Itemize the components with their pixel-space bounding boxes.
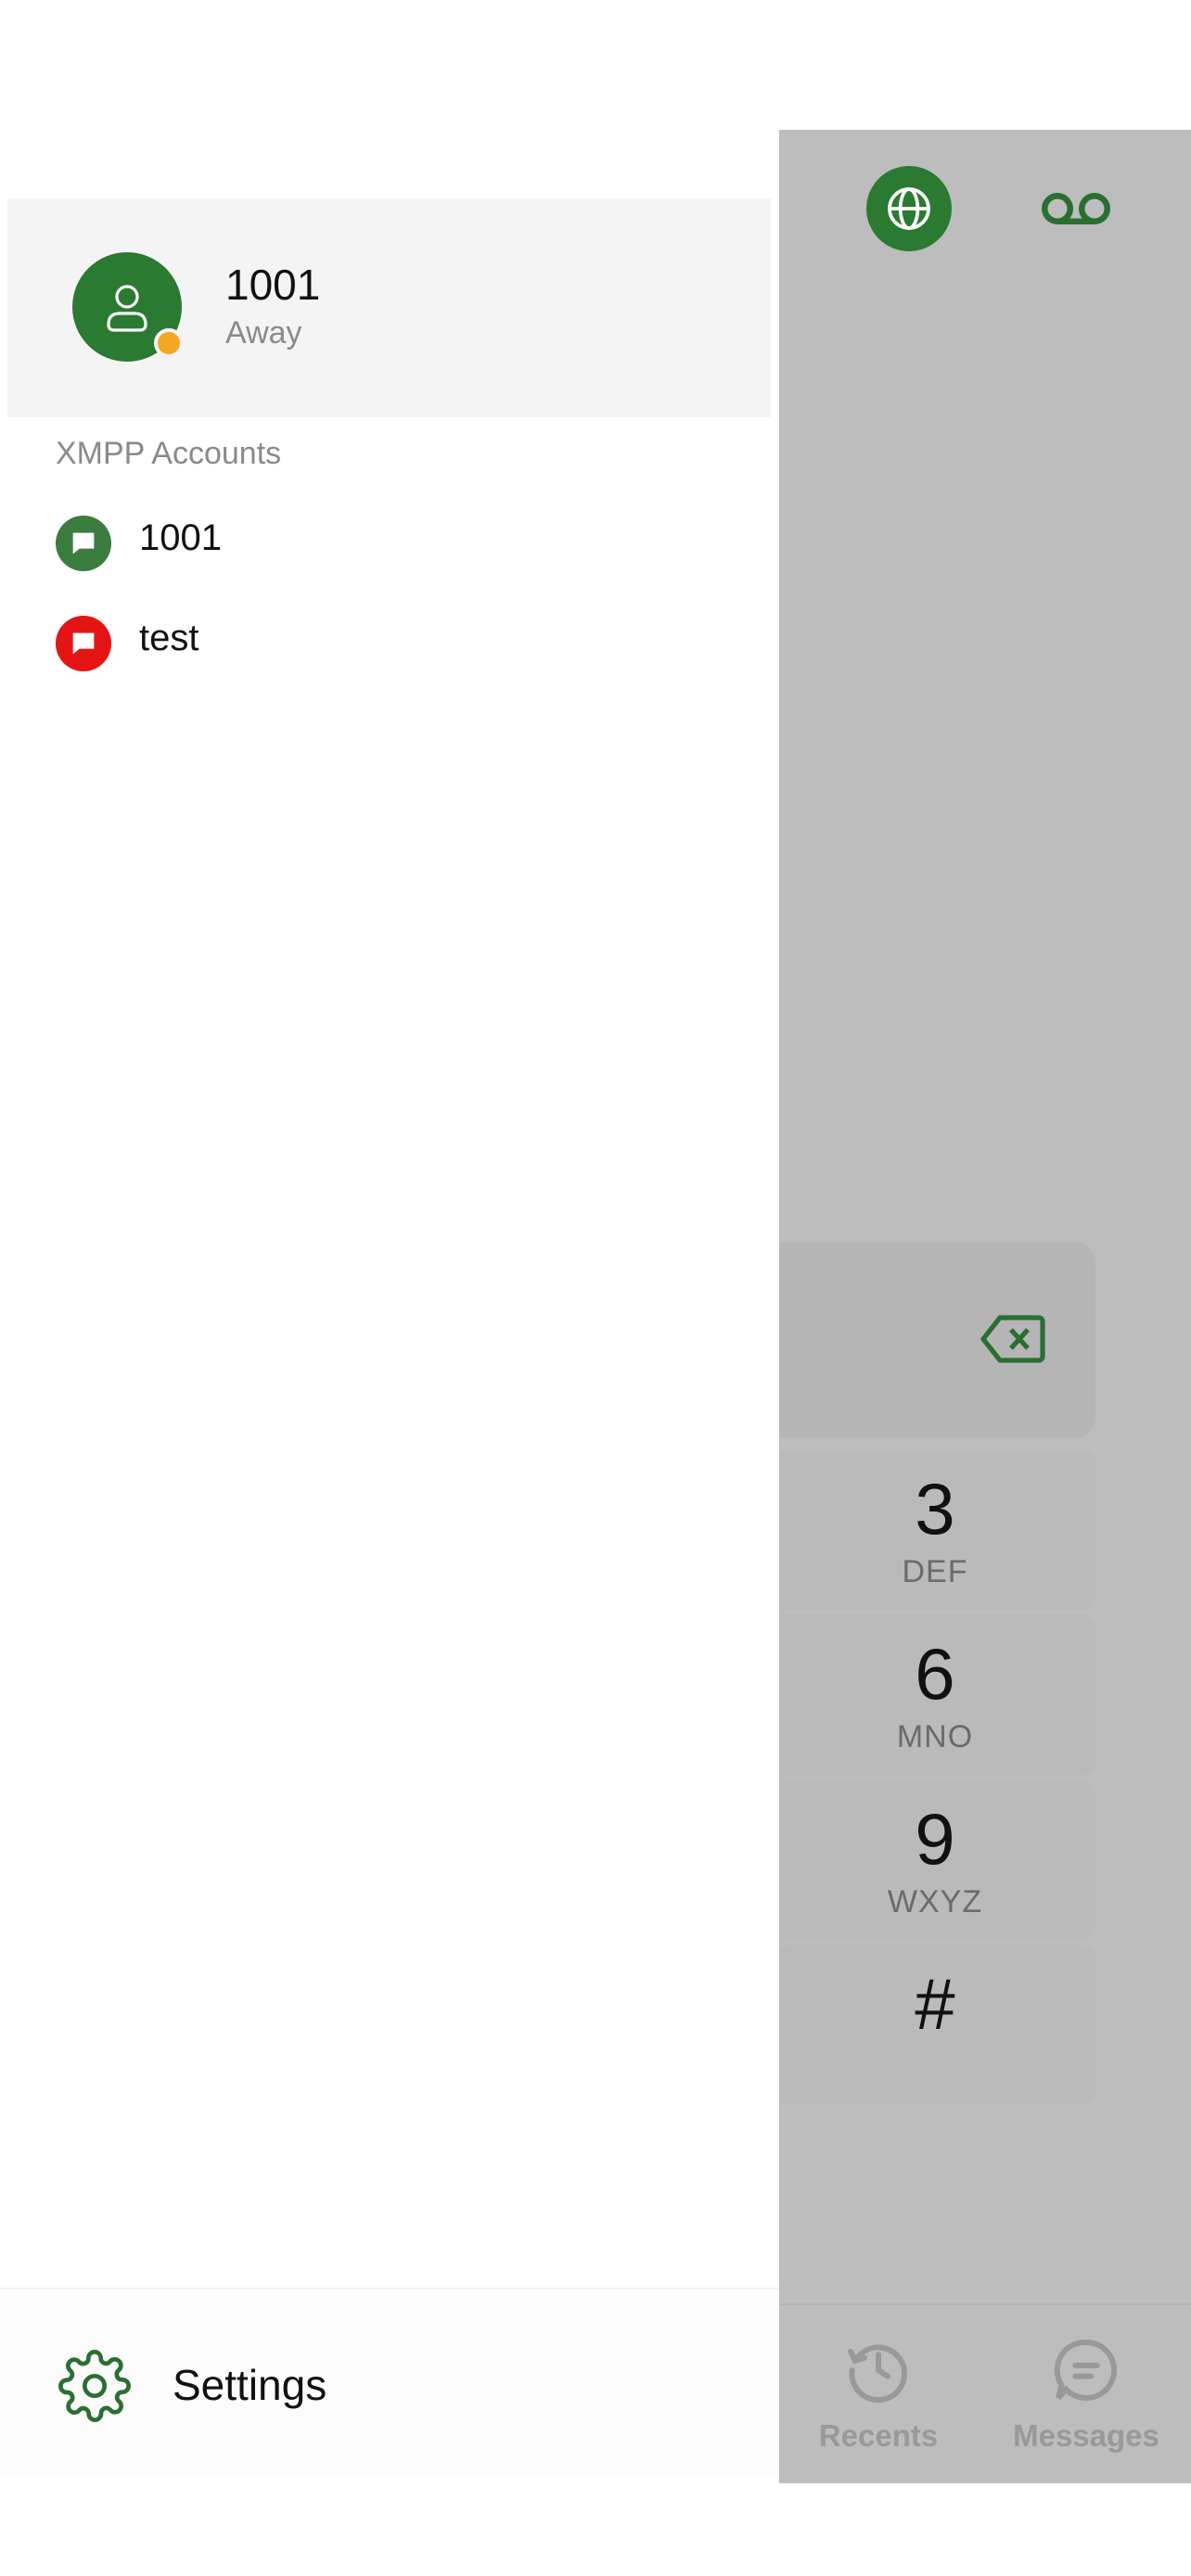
key-digit: # — [915, 1963, 955, 2045]
key-letters: DEF — [902, 1554, 968, 1589]
key-digit: 9 — [915, 1798, 955, 1880]
nav-label: Recents — [818, 2418, 939, 2453]
message-icon — [1054, 2339, 1118, 2401]
gear-icon — [58, 2350, 131, 2422]
chat-bubble-icon — [56, 516, 111, 571]
key-digit: 3 — [915, 1468, 955, 1549]
key-letters: WXYZ — [887, 1884, 983, 1919]
dialpad-key-hash[interactable]: # — [775, 1945, 1095, 2105]
navigation-drawer: 1001 Away XMPP Accounts 1001 test Settin… — [0, 0, 779, 2576]
nav-messages[interactable]: Messages — [982, 2305, 1190, 2483]
account-label: test — [139, 618, 199, 658]
account-item-test[interactable]: test — [0, 597, 770, 681]
dialpad-key-6[interactable]: 6 MNO — [775, 1615, 1095, 1775]
backspace-icon[interactable] — [978, 1310, 1048, 1368]
profile-card[interactable]: 1001 Away — [7, 198, 771, 417]
globe-icon[interactable] — [866, 166, 952, 251]
key-letters: MNO — [896, 1719, 974, 1754]
voicemail-icon[interactable] — [1031, 176, 1121, 241]
nav-label: Messages — [1013, 2418, 1159, 2453]
dialpad-key-3[interactable]: 3 DEF — [775, 1450, 1095, 1610]
bottom-nav: Recents Messages — [775, 2303, 1191, 2483]
profile-status: Away — [225, 315, 302, 351]
profile-name: 1001 — [225, 261, 321, 309]
drawer-footer: Settings — [0, 2288, 779, 2475]
settings-label: Settings — [173, 2361, 327, 2409]
settings-button[interactable]: Settings — [0, 2289, 779, 2475]
account-item-1001[interactable]: 1001 — [0, 497, 770, 580]
chat-bubble-icon — [56, 616, 111, 671]
accounts-section-header: XMPP Accounts — [56, 436, 282, 471]
history-icon — [848, 2344, 908, 2404]
presence-status-dot — [154, 328, 184, 358]
key-digit: 6 — [915, 1633, 955, 1715]
dialpad-key-9[interactable]: 9 WXYZ — [775, 1780, 1095, 1940]
nav-recents[interactable]: Recents — [775, 2305, 982, 2483]
account-label: 1001 — [139, 517, 222, 558]
